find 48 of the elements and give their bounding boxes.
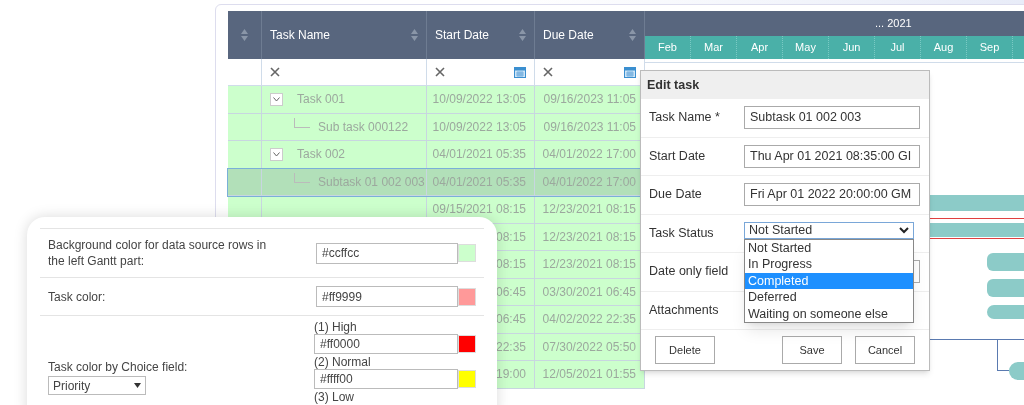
start-date: 10/09/2022 13:05 <box>432 118 526 136</box>
start-date: 10/09/2022 13:05 <box>432 91 526 109</box>
month-header: Jul <box>875 36 921 59</box>
setting-label: Task color by Choice field: <box>48 359 189 376</box>
task-name: Task 001 <box>297 91 346 109</box>
due-date: 12/23/2021 08:15 <box>542 256 636 274</box>
start-date: 04/01/2021 05:35 <box>432 173 526 191</box>
task-name: Task 002 <box>297 146 346 164</box>
due-date: 12/23/2021 08:15 <box>542 228 636 246</box>
task-name: Sub task 000122 <box>318 118 409 136</box>
due-date: 04/01/2022 17:00 <box>542 173 636 191</box>
due-date: 07/30/2022 05:50 <box>542 338 636 356</box>
task-name: Subtask 01 002 003 <box>318 173 425 191</box>
start-date: 04/01/2021 05:35 <box>432 146 526 164</box>
due-date: 09/16/2023 11:05 <box>543 118 636 136</box>
due-date: 03/30/2021 06:45 <box>542 283 636 301</box>
due-date: 12/23/2021 08:15 <box>542 201 636 219</box>
field-label: Task Name * <box>649 109 721 127</box>
start-date: 09/15/2021 08:15 <box>432 201 526 219</box>
month-header: Jun <box>829 36 875 59</box>
choice-label: (2) Normal <box>314 355 372 369</box>
due-date: 04/01/2022 17:00 <box>542 146 636 164</box>
field-label: Task Status <box>649 224 715 242</box>
year-header: ... 2021 <box>645 11 1024 36</box>
setting-label: Task color: <box>48 288 107 305</box>
due-date: 09/16/2023 11:05 <box>543 91 636 109</box>
start-date: 22:35 <box>495 338 526 356</box>
choice-label: (3) Low <box>314 390 355 404</box>
start-date: 19:00 <box>495 366 526 384</box>
field-label: Start Date <box>649 147 707 165</box>
dialog-title: Edit task <box>641 71 929 99</box>
start-date: 08:15 <box>495 256 526 274</box>
month-header: Aug <box>921 36 967 59</box>
field-label: Attachments <box>649 301 720 319</box>
due-date: 12/05/2021 01:55 <box>542 366 636 384</box>
choice-label: (1) High <box>314 320 358 334</box>
due-date: 04/02/2022 22:35 <box>542 311 636 329</box>
start-date: 06:45 <box>495 283 526 301</box>
start-date: 06:45 <box>495 311 526 329</box>
field-label: Due Date <box>649 186 703 204</box>
month-header: Mar <box>691 36 737 59</box>
setting-label: Background color for data source rows in the left Gantt part: <box>48 237 268 269</box>
field-label: Date only field <box>649 263 730 281</box>
month-header: May <box>783 36 829 59</box>
month-header: Sep <box>967 36 1013 59</box>
month-header: Apr <box>737 36 783 59</box>
month-header: Feb <box>645 36 691 59</box>
start-date: 08:15 <box>495 228 526 246</box>
